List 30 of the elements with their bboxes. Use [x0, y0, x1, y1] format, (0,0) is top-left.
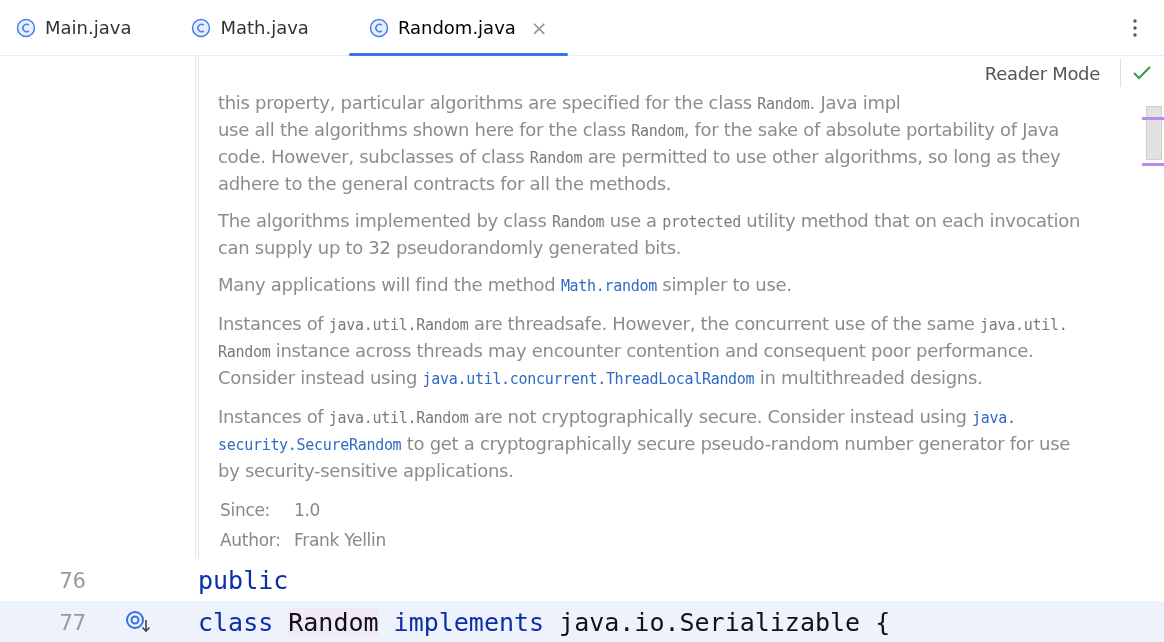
- line-number: 77: [59, 609, 86, 635]
- code-line: class Random implements java.io.Serializable {: [198, 607, 891, 637]
- doc-paragraph: Instances of java.util.Random are threadsafe. However, the concurrent use of the same java.util. Random instance across threads may encounter contention and consequent poor performance. Consider instead using java.util.concurrent.ThreadLocalRandom in multithreaded designs.: [218, 312, 1068, 390]
- close-icon[interactable]: ×: [530, 15, 548, 40]
- code-line: public: [198, 565, 289, 595]
- reader-mode-label[interactable]: Reader Mode: [984, 62, 1100, 84]
- line-number: 76: [59, 567, 86, 593]
- tag-label: Since:: [220, 499, 272, 522]
- editor-tab[interactable]: Main.java: [16, 0, 150, 56]
- editor-tab[interactable]: Math.java: [191, 0, 327, 56]
- doc-link[interactable]: Math.random: [560, 277, 657, 295]
- class-icon: [368, 17, 389, 38]
- scroll-marker: [1142, 117, 1164, 120]
- doc-link[interactable]: java.: [972, 409, 1016, 427]
- implementation-icon[interactable]: [125, 610, 151, 634]
- tag-label: Author:: [220, 529, 282, 552]
- scroll-marker: [1142, 163, 1164, 166]
- tag-value: 1.0: [294, 499, 321, 522]
- class-icon: [191, 17, 212, 38]
- tag-value: Frank Yellin: [294, 529, 386, 552]
- doc-paragraph: this property, particular algorithms are specified for the class Random. Java impl use all the algorithms shown here for the class Random, for the sake of absolute portability of Java code. However, subclasses of class Random are permitted to use other algorithms, so long as they adhere to the general contracts for all the methods.: [218, 91, 1061, 196]
- check-icon: [1132, 65, 1152, 81]
- doc-paragraph: The algorithms implemented by class Random use a protected utility method that on each invocation can supply up to 32 pseudorandomly generated bits.: [218, 209, 1081, 260]
- scrollbar-thumb[interactable]: [1146, 106, 1162, 160]
- doc-paragraph: Many applications will find the method Math.random simpler to use.: [218, 273, 792, 297]
- doc-link[interactable]: java.util.concurrent.ThreadLocalRandom: [422, 370, 755, 388]
- class-icon: [16, 17, 36, 38]
- doc-paragraph: Instances of java.util.Random are not cryptographically secure. Consider instead using java. security.SecureRandom to get a cryptographically secure pseudo-random number generator for use by security-sensitive applications.: [218, 405, 1070, 483]
- more-icon[interactable]: [1132, 17, 1138, 38]
- doc-link[interactable]: security.SecureRandom: [218, 436, 402, 454]
